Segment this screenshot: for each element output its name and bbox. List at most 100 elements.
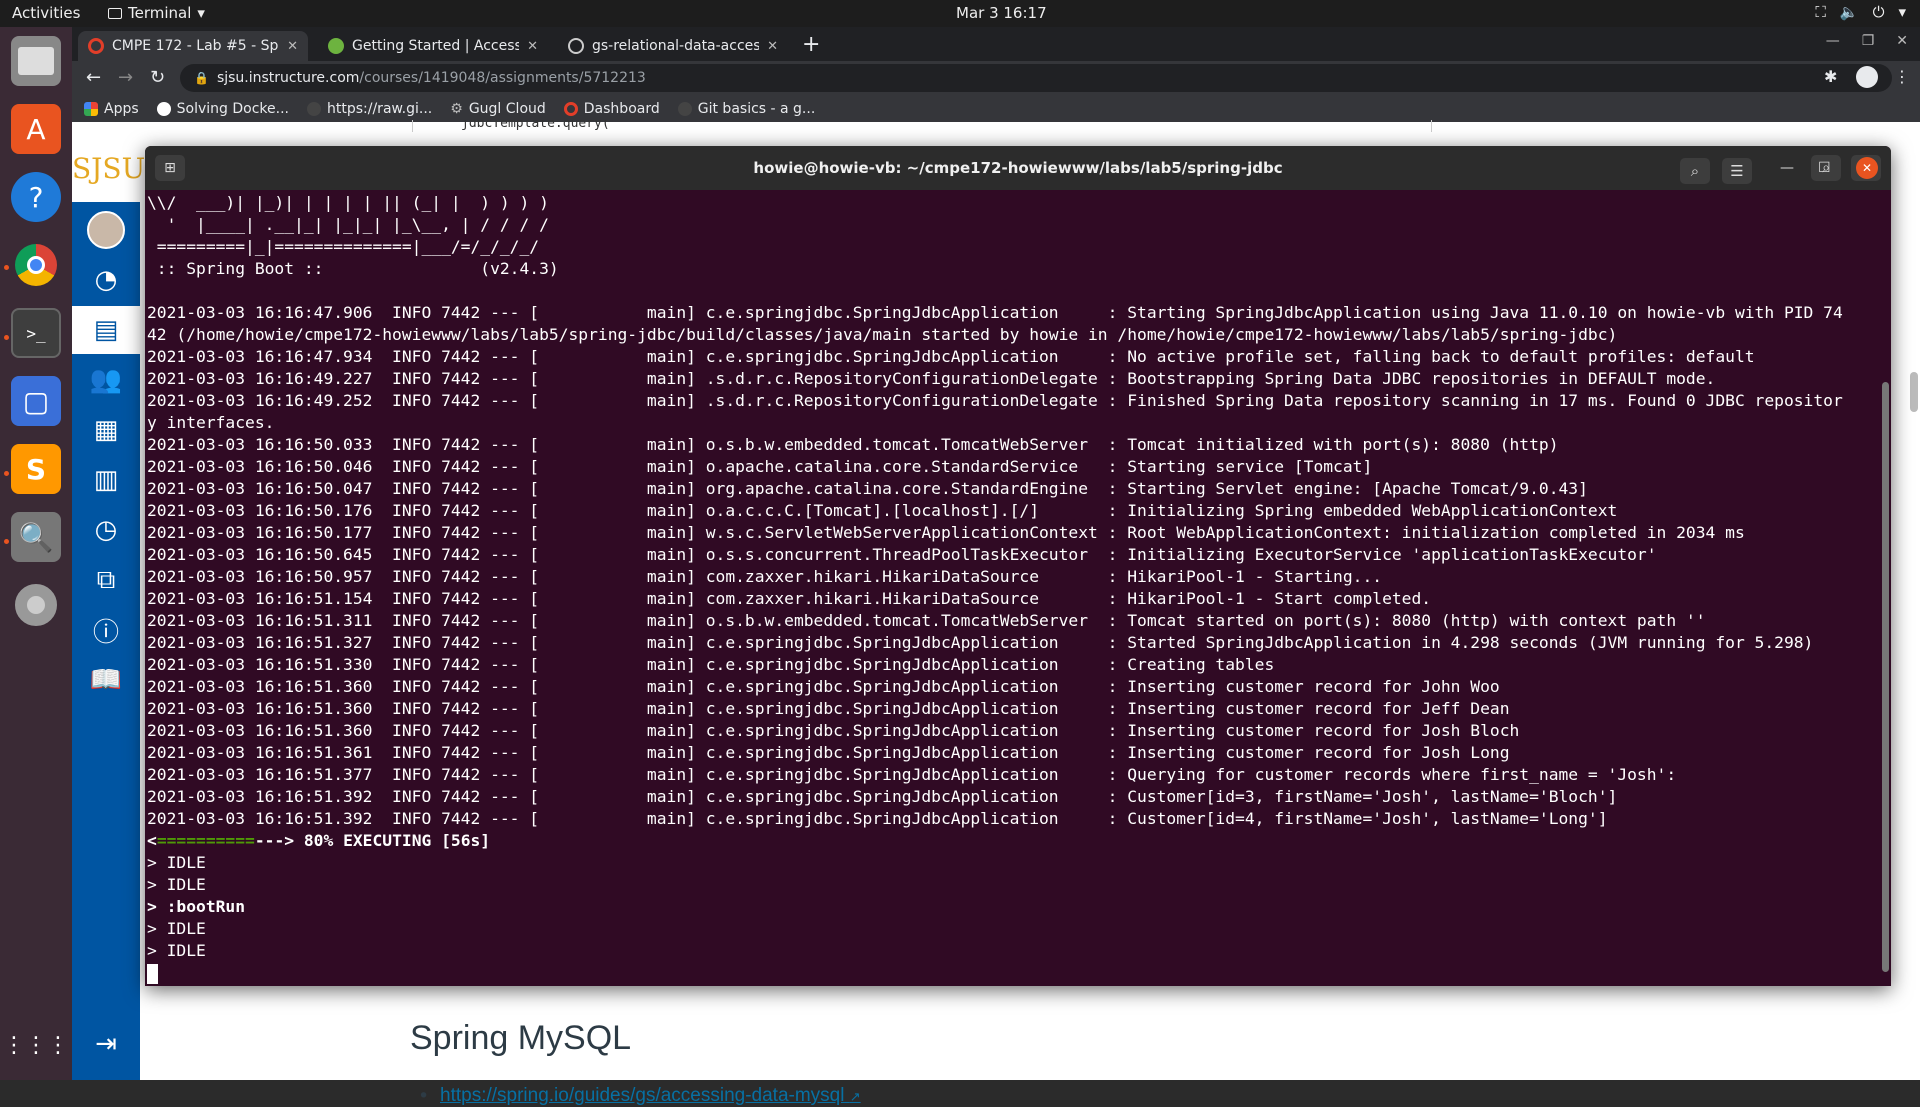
dock: A ? >_ ▢ S 🔍 ⋮⋮⋮ (0, 27, 72, 1080)
progress-bar-segment: ---> (254, 831, 295, 850)
list-bullet: • (418, 1085, 430, 1107)
nav-courses-icon[interactable]: ▤ (72, 306, 140, 354)
clock[interactable]: Mar 3 16:17 (956, 4, 1047, 22)
back-icon[interactable]: ← (86, 67, 101, 88)
software-app-icon[interactable]: A (11, 104, 61, 154)
terminal-app-icon (108, 7, 122, 19)
forward-icon[interactable]: → (118, 67, 133, 88)
window-controls: — ❐ ✕ (1826, 33, 1908, 49)
terminal-app-icon[interactable]: >_ (11, 308, 61, 358)
bookmark-gugl-cloud[interactable]: ⚙ Gugl Cloud (450, 101, 546, 117)
show-applications-icon[interactable]: ⋮⋮⋮ (3, 1020, 69, 1070)
page-scrollbar[interactable] (1910, 372, 1918, 412)
close-tab-icon[interactable]: ✕ (527, 39, 538, 54)
terminal-search-button[interactable]: ⌕ (1680, 158, 1710, 184)
code-snippet: jdbcTemplate.query( (412, 120, 1432, 132)
terminal-maximize-button[interactable]: ☐ (1818, 160, 1831, 176)
system-tray[interactable]: ⛶ 🔈 ⏻ ▾ (1815, 3, 1906, 21)
running-indicator (4, 539, 9, 544)
terminal-close-button[interactable]: ✕ (1856, 157, 1878, 179)
log-line: 2021-03-03 16:16:51.311 INFO 7442 --- [ … (147, 611, 1706, 630)
app-menu-label: Terminal (128, 4, 192, 22)
log-line: 2021-03-03 16:16:50.046 INFO 7442 --- [ … (147, 457, 1373, 476)
terminal-minimize-button[interactable]: — (1780, 160, 1794, 176)
bookmark-label: Dashboard (583, 100, 660, 117)
close-tab-icon[interactable]: ✕ (287, 39, 298, 54)
sjsu-logo[interactable]: SJSU (72, 122, 145, 202)
terminal-menu-button[interactable]: ☰ (1722, 158, 1752, 184)
restore-icon[interactable]: ❐ (1862, 33, 1875, 49)
chrome-app-icon[interactable] (11, 240, 61, 290)
close-icon[interactable]: ✕ (1896, 33, 1908, 49)
bookmark-git-basics[interactable]: Git basics - a g... (677, 101, 815, 117)
tab-label: Getting Started | Accessing (352, 38, 520, 54)
bookmark-raw-github[interactable]: https://raw.gi... (307, 101, 432, 117)
progress-bar-segment: < (147, 831, 157, 850)
reload-icon[interactable]: ↻ (150, 67, 165, 88)
activities-button[interactable]: Activities (12, 4, 80, 22)
new-tab-button[interactable]: + (802, 32, 820, 57)
close-tab-icon[interactable]: ✕ (767, 39, 778, 54)
progress-bar: <==========---> (147, 831, 294, 850)
log-line: 2021-03-03 16:16:50.177 INFO 7442 --- [ … (147, 523, 1745, 542)
caret-down-icon: ▾ (197, 4, 205, 22)
gnome-top-bar: Activities Terminal ▾ Mar 3 16:17 ⛶ 🔈 ⏻ … (0, 0, 1920, 27)
tab-getting-started[interactable]: Getting Started | Accessing ✕ (318, 31, 548, 61)
canvas-global-nav: SJSU ◔ ▤ 👥 ▦ ▥ ◷ ⧉ ⓘ 📖 ⇥ (72, 122, 145, 1080)
tab-lab5[interactable]: CMPE 172 - Lab #5 - Spring ✕ (78, 31, 308, 61)
terminal-scrollbar[interactable] (1882, 382, 1889, 972)
screenshot-app-icon[interactable]: ▢ (11, 376, 61, 426)
spring-banner-line: =========|_|==============|___/=/_/_/_/ (147, 237, 540, 256)
log-line: 2021-03-03 16:16:49.227 INFO 7442 --- [ … (147, 369, 1716, 388)
nav-help-icon[interactable]: ⓘ (72, 606, 140, 654)
medium-icon (156, 101, 171, 116)
nav-inbox-icon[interactable]: ▥ (72, 456, 140, 504)
extensions-icon[interactable]: ✱ (1824, 67, 1837, 86)
running-indicator (4, 265, 9, 270)
text-cursor (147, 963, 158, 984)
address-bar[interactable]: 🔒 sjsu.instructure.com/courses/1419048/a… (180, 64, 1892, 92)
profile-avatar[interactable] (1856, 66, 1878, 88)
log-line: 2021-03-03 16:16:50.047 INFO 7442 --- [ … (147, 479, 1588, 498)
bookmark-apps[interactable]: Apps (84, 101, 139, 117)
help-app-icon[interactable]: ? (11, 172, 61, 222)
gradle-status-line: > IDLE (147, 875, 206, 894)
log-line: y interfaces. (147, 413, 275, 432)
url-host: sjsu.instructure.com (216, 70, 360, 86)
nav-groups-icon[interactable]: 👥 (72, 356, 140, 404)
nav-history-icon[interactable]: ◷ (72, 506, 140, 554)
running-indicator (4, 471, 9, 476)
log-line: 2021-03-03 16:16:51.327 INFO 7442 --- [ … (147, 633, 1814, 652)
nav-library-icon[interactable]: 📖 (72, 656, 140, 704)
bookmark-solving-docker[interactable]: Solving Docke... (156, 100, 289, 117)
globe-icon (677, 101, 692, 116)
link-text: https://spring.io/guides/gs/accessing-da… (440, 1085, 845, 1106)
app-menu[interactable]: Terminal ▾ (108, 4, 205, 22)
volume-icon: 🔈 (1839, 3, 1859, 21)
nav-dashboard-icon[interactable]: ◔ (72, 256, 140, 304)
nav-commons-icon[interactable]: ⧉ (72, 556, 140, 604)
nav-collapse-icon[interactable]: ⇥ (72, 1020, 140, 1068)
spring-banner-line: \\/ ___)| |_)| | | | | || (_| | ) ) ) ) (147, 193, 549, 212)
files-app-icon[interactable] (11, 36, 61, 86)
disc-app-icon[interactable] (11, 580, 61, 630)
log-line: 2021-03-03 16:16:51.360 INFO 7442 --- [ … (147, 721, 1520, 740)
bookmark-dashboard[interactable]: Dashboard (563, 100, 660, 117)
nav-account-avatar[interactable] (72, 206, 140, 254)
lock-icon: 🔒 (194, 71, 209, 85)
log-line: 2021-03-03 16:16:51.360 INFO 7442 --- [ … (147, 677, 1500, 696)
menu-icon[interactable]: ⋮ (1894, 67, 1910, 86)
minimize-icon[interactable]: — (1826, 33, 1840, 49)
tab-github[interactable]: gs-relational-data-access/ ✕ (558, 31, 788, 61)
log-line: 2021-03-03 16:16:51.154 INFO 7442 --- [ … (147, 589, 1432, 608)
terminal-output[interactable]: \\/ ___)| |_)| | | | | || (_| | ) ) ) ) … (145, 190, 1877, 986)
log-line: 2021-03-03 16:16:50.176 INFO 7442 --- [ … (147, 501, 1618, 520)
gradle-progress-line: <==========---> 80% EXECUTING [56s] (147, 830, 1875, 852)
spring-mysql-link[interactable]: https://spring.io/guides/gs/accessing-da… (440, 1085, 861, 1107)
sublime-text-app-icon[interactable]: S (11, 444, 61, 494)
globe-icon (307, 101, 321, 116)
nav-calendar-icon[interactable]: ▦ (72, 406, 140, 454)
bookmark-label: Solving Docke... (176, 100, 289, 117)
image-viewer-app-icon[interactable]: 🔍 (11, 512, 61, 562)
